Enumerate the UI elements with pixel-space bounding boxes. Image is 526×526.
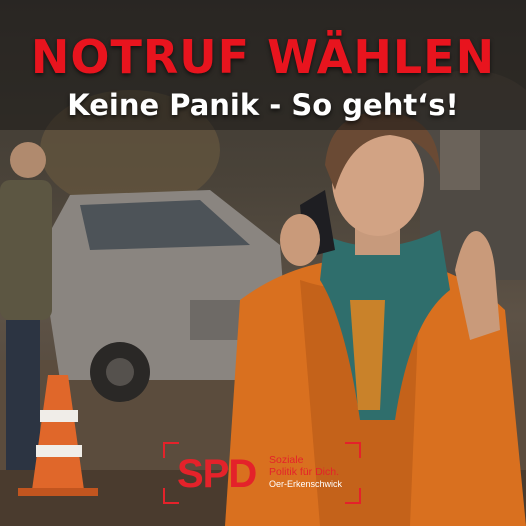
logo-tagline: Soziale Politik für Dich. Oer-Erkenschwi…	[269, 454, 342, 490]
logo-location: Oer-Erkenschwick	[269, 479, 343, 489]
logo-mark: SPD	[177, 452, 257, 496]
logo-tagline-1: Soziale	[269, 454, 304, 466]
spd-logo: SPD Soziale Politik für Dich. Oer-Erkens…	[163, 442, 361, 504]
logo-tagline-2: Politik für Dich.	[269, 466, 340, 478]
headline: NOTRUF WÄHLEN	[30, 30, 496, 84]
subline: Keine Panik - So geht‘s!	[67, 88, 459, 122]
post-canvas: NOTRUF WÄHLEN Keine Panik - So geht‘s! S…	[0, 0, 526, 526]
